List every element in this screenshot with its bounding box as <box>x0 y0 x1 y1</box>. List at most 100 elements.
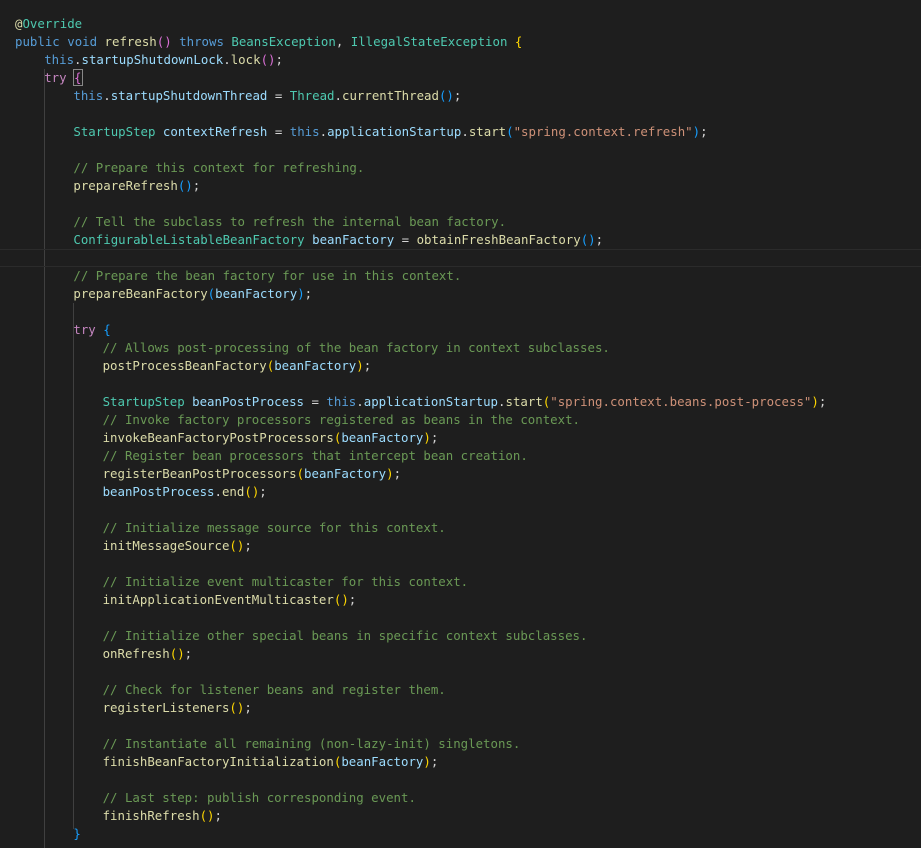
code-line-content: ConfigurableListableBeanFactory beanFact… <box>73 231 603 249</box>
code-token: = <box>267 124 290 139</box>
code-line-content: // Last step: publish corresponding even… <box>103 789 416 807</box>
code-token: } <box>73 826 81 841</box>
code-line-content: @Override <box>15 15 82 33</box>
code-token: // Check for listener beans and register… <box>102 682 446 697</box>
code-token: () <box>199 808 215 823</box>
indent-guide <box>44 69 45 848</box>
code-token: ; <box>244 700 252 715</box>
code-token: obtainFreshBeanFactory <box>416 232 581 247</box>
code-token: { <box>103 322 111 337</box>
code-token: try <box>73 322 96 337</box>
code-token: , <box>335 34 351 49</box>
code-token: ; <box>259 484 267 499</box>
code-token: beanPostProcess <box>192 394 305 409</box>
code-token: startupShutdownThread <box>110 88 268 103</box>
code-token: // Invoke factory processors registered … <box>102 412 581 427</box>
code-token: BeansException <box>231 34 336 49</box>
code-token: beanFactory <box>215 286 298 301</box>
code-token: beanFactory <box>341 430 424 445</box>
code-token: Override <box>22 16 83 31</box>
code-token: { <box>72 69 83 86</box>
code-token: () <box>260 52 276 67</box>
code-token: beanPostProcess <box>102 484 215 499</box>
code-token: ( <box>296 466 305 481</box>
code-token: = <box>304 394 327 409</box>
code-token: "spring.context.refresh" <box>513 124 693 139</box>
code-token: ; <box>393 466 402 481</box>
code-token: StartupStep <box>73 124 156 139</box>
code-line-content: // Prepare the bean factory for use in t… <box>73 267 461 285</box>
code-token: ) <box>423 430 431 445</box>
code-token: applicationStartup <box>327 124 462 139</box>
code-line-content: finishRefresh(); <box>103 807 222 825</box>
code-token: end <box>221 484 245 499</box>
code-token: () <box>177 178 193 193</box>
code-token: ; <box>184 646 193 661</box>
code-token: "spring.context.beans.post-process" <box>550 394 812 409</box>
code-token: ; <box>304 286 313 301</box>
code-line-content: } <box>73 825 80 843</box>
code-line-content: public void refresh() throws BeansExcept… <box>15 33 522 51</box>
code-token: registerListeners <box>102 700 230 715</box>
code-line-content: beanPostProcess.end(); <box>103 483 267 501</box>
code-token: () <box>229 538 245 553</box>
code-token: this <box>326 394 357 409</box>
code-token: applicationStartup <box>363 394 499 409</box>
code-token: ) <box>386 466 394 481</box>
code-token: start <box>468 124 507 139</box>
code-line-content: // Allows post-processing of the bean fa… <box>103 339 610 357</box>
code-token: Thread <box>289 88 335 103</box>
code-token: IllegalStateException <box>350 34 508 49</box>
code-line-content: initApplicationEventMulticaster(); <box>103 591 357 609</box>
code-line-content: postProcessBeanFactory(beanFactory); <box>103 357 372 375</box>
code-line-content: this.startupShutdownThread = Thread.curr… <box>73 87 461 105</box>
code-line-content: prepareBeanFactory(beanFactory); <box>73 285 312 303</box>
code-editor[interactable]: @Override public void refresh() throws Be… <box>0 0 921 848</box>
indent-guide <box>73 303 74 829</box>
code-token: // Initialize message source for this co… <box>102 520 446 535</box>
code-line-content: // Initialize message source for this co… <box>103 519 446 537</box>
code-token: onRefresh <box>102 646 170 661</box>
code-token: ; <box>214 808 222 823</box>
code-token: ; <box>430 430 439 445</box>
code-line-content: try { <box>44 69 83 87</box>
code-line-content: try { <box>73 321 110 339</box>
code-token: ; <box>430 754 439 769</box>
code-token: // Allows post-processing of the bean fa… <box>102 340 610 355</box>
code-token: ; <box>453 88 462 103</box>
code-token: ; <box>818 394 827 409</box>
code-line-content: StartupStep contextRefresh = this.applic… <box>73 123 707 141</box>
code-line-content: // Register bean processors that interce… <box>103 447 528 465</box>
code-token: ) <box>811 394 819 409</box>
code-token: // Prepare the bean factory for use in t… <box>73 268 462 283</box>
code-token: . <box>461 124 469 139</box>
code-token: currentThread <box>341 88 439 103</box>
code-token: . <box>214 484 222 499</box>
code-token: ConfigurableListableBeanFactory <box>73 232 305 247</box>
code-token: beanFactory <box>274 358 357 373</box>
code-line-content: // Initialize event multicaster for this… <box>103 573 469 591</box>
code-token: prepareRefresh <box>73 178 178 193</box>
code-line-content: this.startupShutdownLock.lock(); <box>44 51 283 69</box>
code-token: public <box>15 34 60 49</box>
code-token: StartupStep <box>102 394 185 409</box>
code-token: . <box>334 88 342 103</box>
code-token: contextRefresh <box>162 124 268 139</box>
code-token: ) <box>297 286 305 301</box>
code-token: beanFactory <box>312 232 395 247</box>
code-token: { <box>514 34 523 49</box>
code-token: // Instantiate all remaining (non-lazy-i… <box>102 736 521 751</box>
code-line[interactable] <box>0 249 921 267</box>
code-token: ; <box>244 538 252 553</box>
code-token: ; <box>348 592 357 607</box>
code-token: () <box>244 484 260 499</box>
code-token: initApplicationEventMulticaster <box>102 592 334 607</box>
code-token: ; <box>595 232 604 247</box>
code-token: () <box>333 592 349 607</box>
code-token: startupShutdownLock <box>81 52 224 67</box>
code-token: finishBeanFactoryInitialization <box>102 754 334 769</box>
